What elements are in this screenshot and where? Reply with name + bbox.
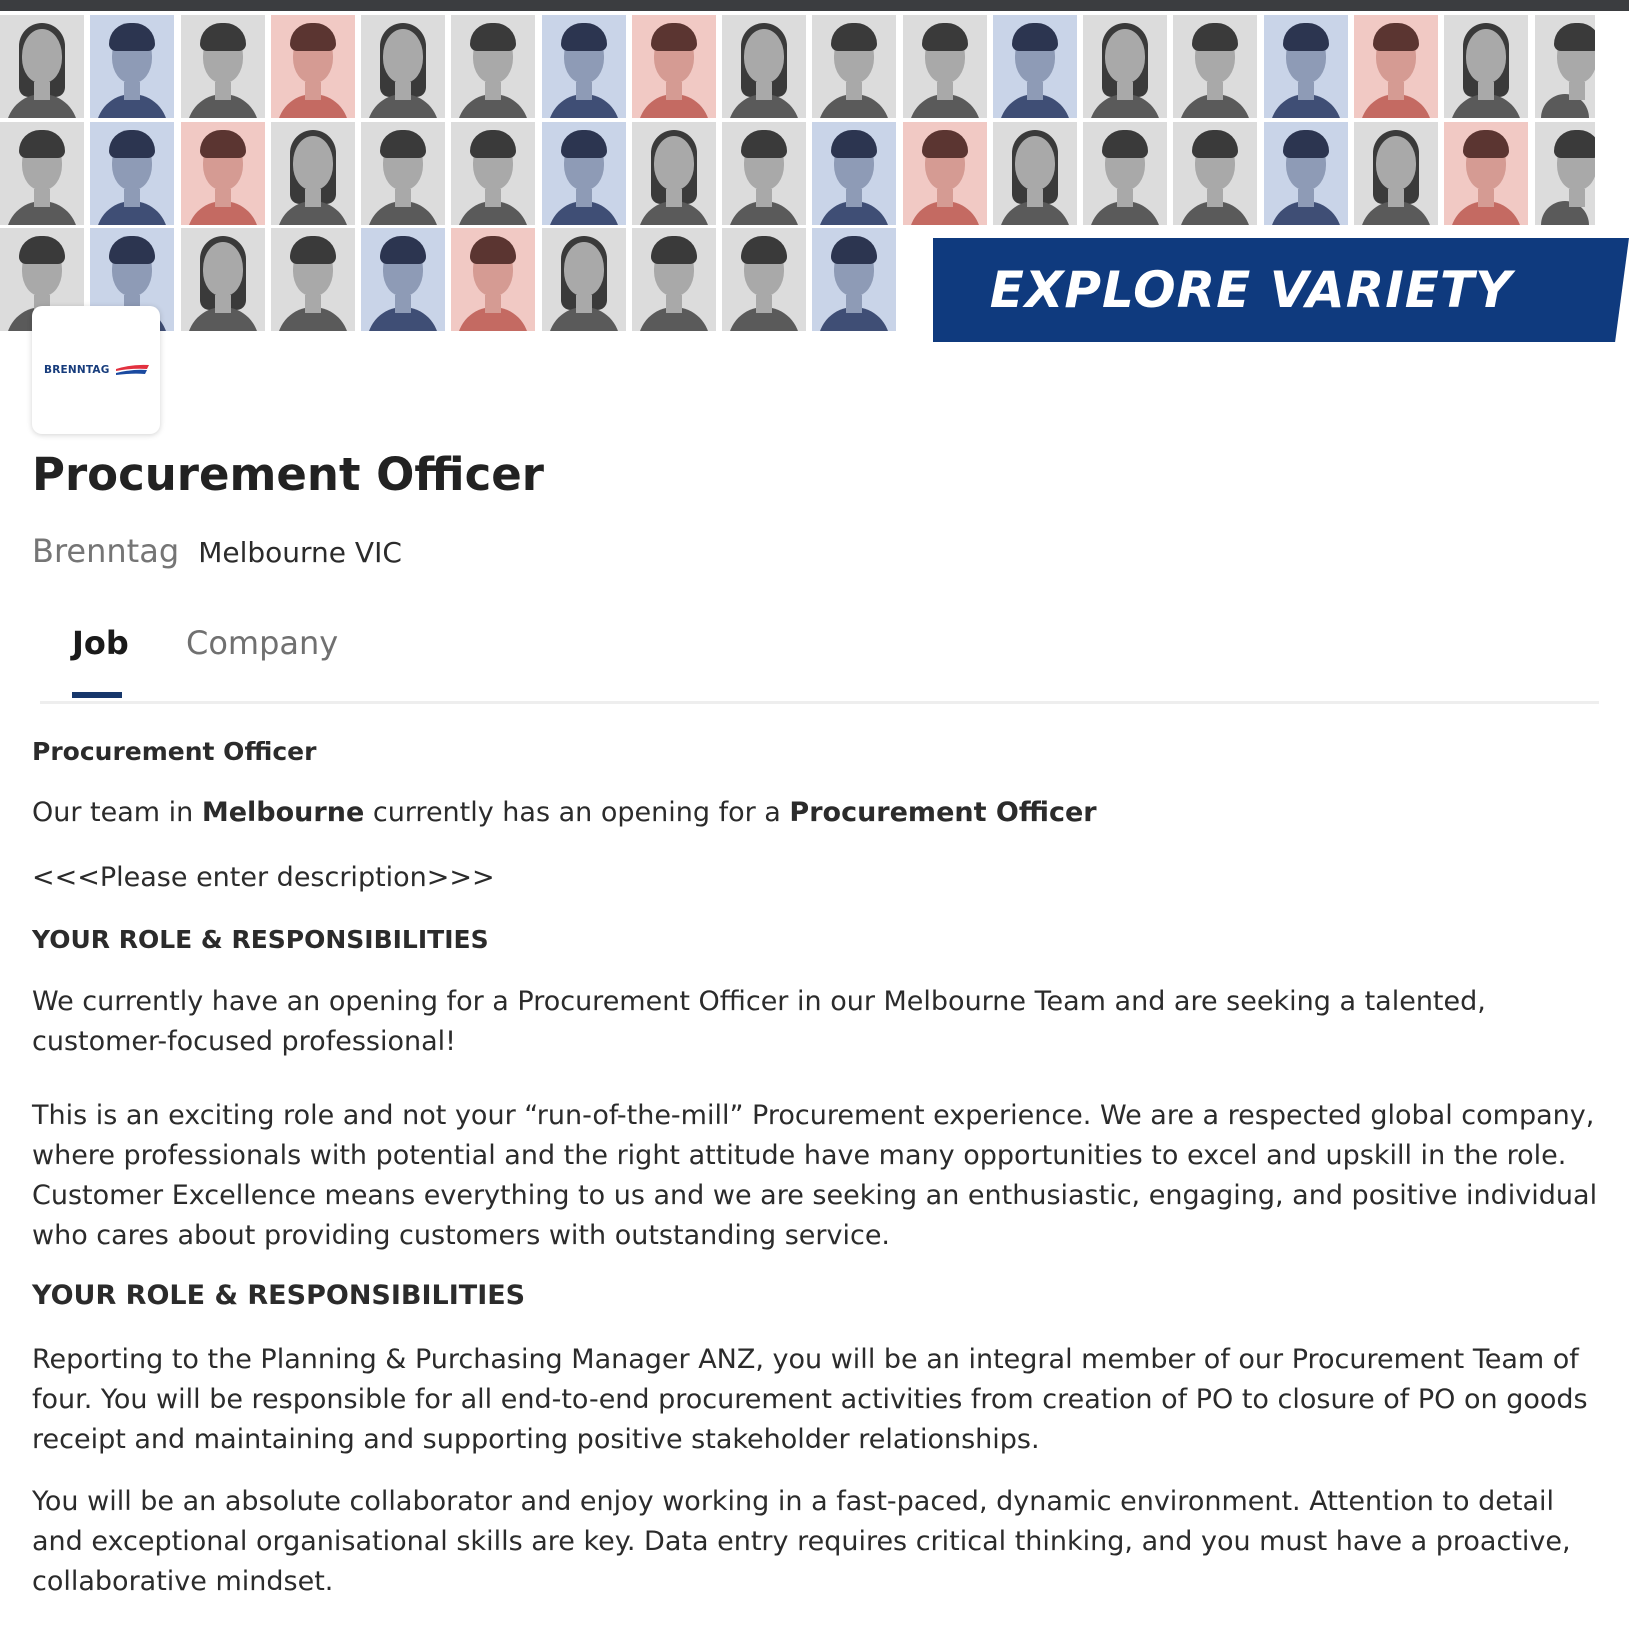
- employee-photo: [1444, 122, 1528, 225]
- employee-photo: [903, 15, 987, 118]
- employee-photo: [90, 15, 174, 118]
- active-tab-indicator: [72, 692, 122, 698]
- employee-photo: [993, 122, 1077, 225]
- intro-role: Procurement Officer: [789, 797, 1097, 828]
- paragraph-about-role: This is an exciting role and not your “r…: [32, 1100, 1598, 1251]
- employee-photo: [451, 122, 535, 225]
- employee-photo: [271, 15, 355, 118]
- paragraph-opening: We currently have an opening for a Procu…: [32, 986, 1486, 1057]
- paragraph-collaborator: You will be an absolute collaborator and…: [32, 1486, 1571, 1597]
- job-title: Procurement Officer: [32, 448, 544, 501]
- company-name-link[interactable]: Brenntag: [32, 532, 179, 570]
- employee-photo: [1264, 122, 1348, 225]
- employee-photo: [451, 228, 535, 331]
- employee-photo: [0, 122, 84, 225]
- employee-photo: [542, 228, 626, 331]
- employee-photo: [1354, 15, 1438, 118]
- employee-photo: [181, 228, 265, 331]
- employee-photo: [993, 15, 1077, 118]
- paragraph-reporting: Reporting to the Planning & Purchasing M…: [32, 1344, 1588, 1455]
- employee-photo: [632, 122, 716, 225]
- employee-photo: [1264, 15, 1348, 118]
- banner-headline: EXPLORE VARIETY: [933, 238, 1629, 342]
- employee-photo: [451, 15, 535, 118]
- intro-middle: currently has an opening for a: [364, 797, 790, 828]
- intro-line: Our team in Melbourne currently has an o…: [32, 793, 1097, 833]
- employee-photo: [361, 122, 445, 225]
- company-logo[interactable]: BRENNTAG: [32, 306, 160, 434]
- employee-photo: [722, 15, 806, 118]
- employee-photo: [1444, 15, 1528, 118]
- intro-city: Melbourne: [201, 797, 365, 828]
- employee-photo: [632, 228, 716, 331]
- employee-photo: [271, 228, 355, 331]
- description-heading: Procurement Officer: [32, 737, 317, 766]
- employee-photo: [1535, 122, 1595, 225]
- employee-photo: [542, 122, 626, 225]
- employee-photo: [0, 15, 84, 118]
- tab-job[interactable]: Job: [72, 624, 129, 662]
- employee-photo: [1173, 122, 1257, 225]
- job-tabs: Job Company: [40, 600, 1599, 704]
- employee-photo: [722, 228, 806, 331]
- employee-photo: [1083, 122, 1167, 225]
- cover-banner: EXPLORE VARIETY: [0, 11, 1629, 342]
- browser-top-bar: [0, 0, 1629, 11]
- employee-photo: [181, 15, 265, 118]
- brenntag-logo: BRENNTAG: [44, 355, 149, 385]
- employee-photo: [1173, 15, 1257, 118]
- logo-swoosh-icon: [116, 364, 149, 375]
- section-heading-responsibilities: YOUR ROLE & RESPONSIBILITIES: [32, 925, 489, 954]
- employee-photo: [271, 122, 355, 225]
- employee-photo: [1354, 122, 1438, 225]
- description-placeholder: <<<Please enter description>>>: [32, 862, 495, 893]
- employee-photo: [1535, 15, 1595, 118]
- intro-prefix: Our team in: [32, 797, 202, 828]
- employee-photo: [812, 122, 896, 225]
- employee-photo: [632, 15, 716, 118]
- employee-photo: [181, 122, 265, 225]
- job-meta: Brenntag Melbourne VIC: [32, 532, 402, 570]
- employee-photo: [722, 122, 806, 225]
- employee-photo: [812, 228, 896, 331]
- employee-photo: [903, 122, 987, 225]
- employee-photo: [1083, 15, 1167, 118]
- logo-wordmark: BRENNTAG: [44, 364, 110, 376]
- employee-photo: [812, 15, 896, 118]
- employee-photo: [90, 122, 174, 225]
- tab-company[interactable]: Company: [186, 624, 338, 662]
- employee-photo: [361, 228, 445, 331]
- employee-photo: [361, 15, 445, 118]
- job-location: Melbourne VIC: [198, 536, 402, 569]
- employee-photo: [542, 15, 626, 118]
- section-heading-responsibilities-2: YOUR ROLE & RESPONSIBILITIES: [32, 1280, 526, 1311]
